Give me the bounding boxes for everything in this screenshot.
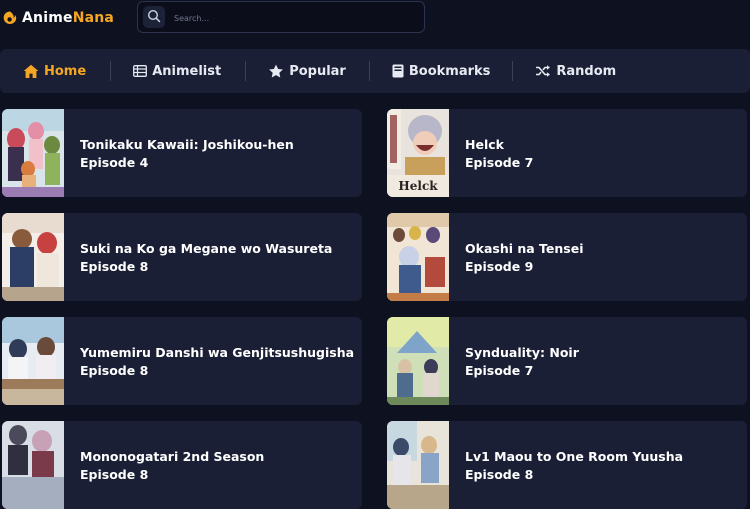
- nav-divider: [245, 61, 247, 81]
- nav-item-label: Bookmarks: [408, 63, 491, 79]
- anime-thumbnail[interactable]: [2, 213, 64, 301]
- episode-card[interactable]: Mononogatari 2nd Season Episode 8: [2, 421, 362, 509]
- episode-number: Episode 8: [80, 467, 149, 482]
- logo[interactable]: AnimeNana: [2, 8, 114, 28]
- shuffle-icon: [535, 64, 551, 78]
- anime-title[interactable]: Lv1 Maou to One Room Yuusha: [465, 449, 683, 464]
- search-box: [137, 1, 425, 33]
- anime-title[interactable]: Synduality: Noir: [465, 345, 579, 360]
- anime-thumbnail[interactable]: [2, 317, 64, 405]
- episode-number: Episode 9: [465, 259, 534, 274]
- episode-number: Episode 7: [465, 155, 534, 170]
- episode-card[interactable]: Suki na Ko ga Megane wo Wasureta Episode…: [2, 213, 362, 301]
- anime-thumbnail[interactable]: [2, 421, 64, 509]
- home-icon: [23, 64, 39, 79]
- episode-number: Episode 8: [80, 363, 149, 378]
- anime-title[interactable]: Suki na Ko ga Megane wo Wasureta: [80, 241, 332, 256]
- anime-thumbnail[interactable]: [2, 109, 64, 197]
- main-nav: Home Animelist Popular Bookmarks Random: [0, 49, 750, 93]
- nav-item-label: Animelist: [152, 63, 222, 79]
- nav-divider: [368, 61, 370, 81]
- anime-thumbnail[interactable]: [387, 317, 449, 405]
- episode-card[interactable]: Lv1 Maou to One Room Yuusha Episode 8: [387, 421, 747, 509]
- anime-title[interactable]: Yumemiru Danshi wa Genjitsushugisha: [80, 345, 354, 360]
- episode-card[interactable]: Synduality: Noir Episode 7: [387, 317, 747, 405]
- star-icon: [268, 64, 284, 79]
- nav-item-bookmarks[interactable]: Bookmarks: [392, 49, 491, 93]
- nav-item-popular[interactable]: Popular: [268, 49, 346, 93]
- episode-card[interactable]: Helck Helck Episode 7: [387, 109, 747, 197]
- nav-item-label: Home: [44, 63, 87, 79]
- anime-thumbnail[interactable]: [387, 213, 449, 301]
- episode-number: Episode 8: [465, 467, 534, 482]
- list-icon: [133, 65, 148, 77]
- thumbnail-title-text: Helck: [398, 179, 438, 193]
- anime-title[interactable]: Tonikaku Kawaii: Joshikou-hen: [80, 137, 294, 152]
- anime-thumbnail[interactable]: Helck: [387, 109, 449, 197]
- search-button[interactable]: [143, 6, 165, 28]
- nav-item-label: Popular: [289, 63, 346, 79]
- episode-number: Episode 4: [80, 155, 149, 170]
- logo-icon: [2, 10, 18, 26]
- anime-title[interactable]: Okashi na Tensei: [465, 241, 583, 256]
- bookmark-icon: [392, 64, 404, 78]
- header: AnimeNana: [0, 0, 750, 40]
- nav-item-label: Random: [556, 63, 617, 79]
- episode-card[interactable]: Tonikaku Kawaii: Joshikou-hen Episode 4: [2, 109, 362, 197]
- anime-thumbnail[interactable]: [387, 421, 449, 509]
- nav-item-animelist[interactable]: Animelist: [133, 49, 221, 93]
- nav-divider: [110, 61, 112, 81]
- anime-title[interactable]: Mononogatari 2nd Season: [80, 449, 264, 464]
- logo-text: AnimeNana: [22, 10, 115, 26]
- nav-divider: [512, 61, 514, 81]
- episode-number: Episode 7: [465, 363, 534, 378]
- nav-item-random[interactable]: Random: [535, 49, 616, 93]
- nav-item-home[interactable]: Home: [23, 49, 86, 93]
- episode-card[interactable]: Yumemiru Danshi wa Genjitsushugisha Epis…: [2, 317, 362, 405]
- anime-title[interactable]: Helck: [465, 137, 504, 152]
- search-icon: [147, 8, 161, 27]
- episode-card[interactable]: Okashi na Tensei Episode 9: [387, 213, 747, 301]
- search-input[interactable]: [172, 7, 416, 29]
- episode-number: Episode 8: [80, 259, 149, 274]
